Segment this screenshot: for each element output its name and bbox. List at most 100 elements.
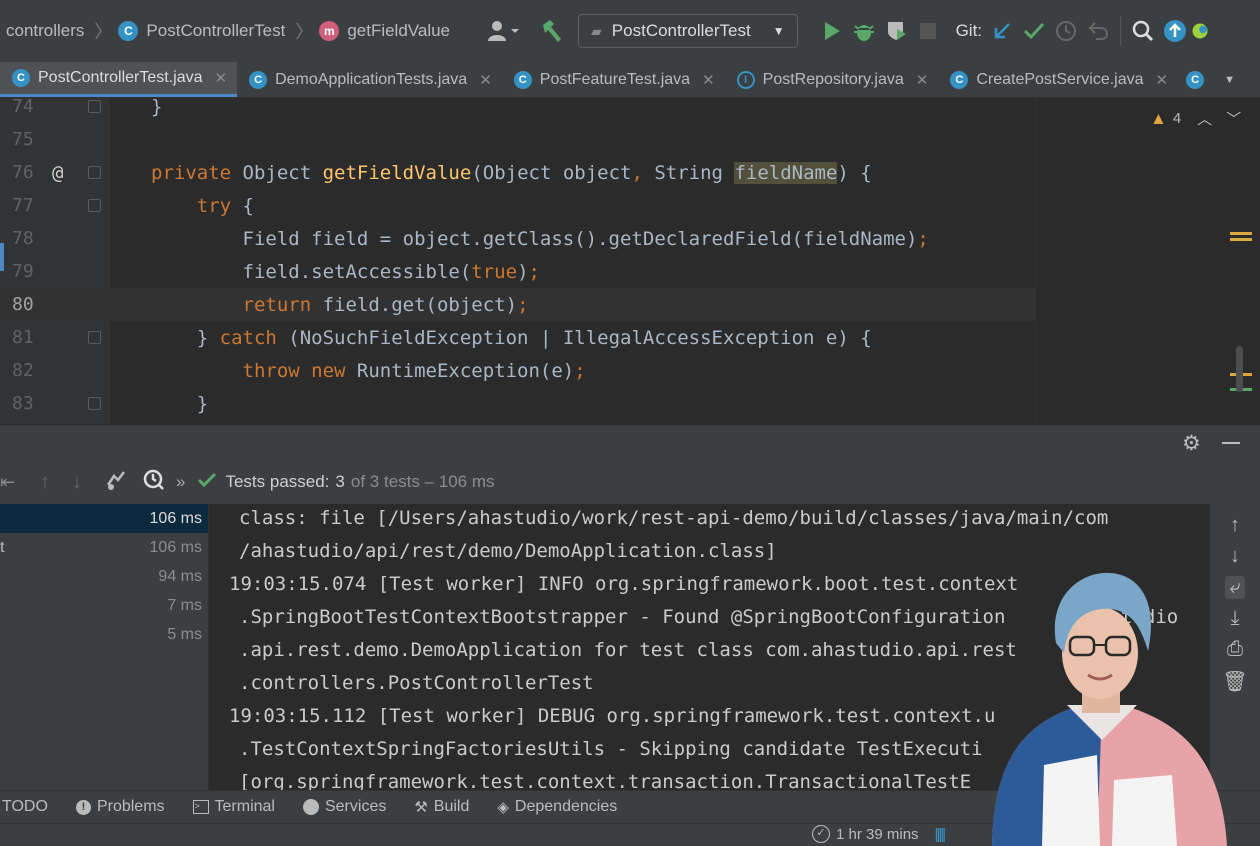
toolwindow-problems[interactable]: ! Problems — [75, 798, 165, 816]
fold-marker[interactable] — [88, 397, 101, 410]
line-number: 76 — [12, 162, 34, 183]
breadcrumb-class[interactable]: C PostControllerTest — [118, 21, 285, 41]
next-failed-arrow-down-icon[interactable]: ↓ — [72, 471, 82, 494]
toolwindow-label: Build — [433, 798, 470, 815]
expand-icon[interactable]: ⇤ — [0, 472, 14, 493]
git-update-icon[interactable] — [986, 15, 1018, 47]
toolwindow-terminal[interactable]: > Terminal — [192, 798, 275, 816]
fold-marker[interactable] — [88, 331, 101, 344]
git-commit-check-icon[interactable] — [1018, 15, 1050, 47]
test-name: t — [0, 538, 5, 556]
code-line: 74 } — [0, 98, 1035, 123]
editor-scrollbar[interactable] — [1236, 346, 1243, 392]
chevron-right-icon: 〉 — [94, 22, 113, 42]
code-text: } catch (NoSuchFieldException | IllegalA… — [151, 326, 872, 349]
breadcrumb-method[interactable]: m getFieldValue — [319, 21, 450, 41]
class-icon: C — [249, 70, 268, 89]
tab-create-post-service[interactable]: C CreatePostService.java ✕ — [938, 62, 1178, 97]
error-stripe-mark[interactable] — [1230, 238, 1252, 241]
code-line: 76 @ private Object getFieldValue(Object… — [0, 156, 1035, 189]
close-icon[interactable]: ✕ — [215, 69, 228, 87]
test-tree: 106 ms t 106 ms 94 ms 7 ms 5 ms — [0, 504, 208, 790]
tree-row[interactable]: t 106 ms — [0, 533, 208, 562]
tab-overflow[interactable]: C ▼ — [1178, 62, 1245, 97]
toolwindow-dependencies[interactable]: ◈ Dependencies — [497, 798, 617, 816]
chevron-down-icon[interactable]: ﹀ — [1226, 108, 1241, 129]
session-time[interactable]: ✓ 1 hr 39 mins ||||| — [812, 825, 946, 843]
debug-bug-icon[interactable] — [848, 15, 880, 47]
chevron-up-icon[interactable]: ︿ — [1197, 108, 1212, 129]
annotation-marker[interactable]: @ — [52, 162, 63, 184]
line-number: 75 — [12, 129, 34, 150]
history-clock-icon[interactable] — [142, 468, 166, 497]
stop-icon[interactable] — [912, 15, 944, 47]
coverage-icon[interactable] — [880, 15, 912, 47]
tab-label: PostFeatureTest.java — [539, 70, 691, 88]
minimize-icon[interactable] — [1222, 442, 1240, 444]
tab-label: CreatePostService.java — [976, 70, 1144, 88]
toolwindow-todo[interactable]: TODO — [2, 798, 48, 816]
tab-demo-application-tests[interactable]: C DemoApplicationTests.java ✕ — [237, 62, 502, 97]
run-icon[interactable] — [816, 15, 848, 47]
update-arrow-up-icon[interactable] — [1159, 15, 1191, 47]
line-number: 78 — [12, 228, 34, 249]
user-icon[interactable] — [482, 15, 526, 47]
breadcrumb-controllers[interactable]: controllers — [6, 21, 84, 41]
close-icon[interactable]: ✕ — [916, 71, 929, 89]
rerun-icon[interactable] — [104, 469, 128, 496]
code-editor[interactable]: 74 } 75 76 @ private Object getFieldValu… — [0, 98, 1260, 424]
code-text: private Object getFieldValue(Object obje… — [151, 161, 872, 184]
plugin-logo-icon[interactable] — [1191, 15, 1209, 47]
tab-post-repository[interactable]: I PostRepository.java ✕ — [725, 62, 939, 97]
toolwindow-services[interactable]: Services — [302, 798, 387, 816]
chevron-down-icon: ▼ — [772, 24, 785, 38]
error-stripe-mark[interactable] — [1230, 232, 1252, 235]
search-icon[interactable] — [1127, 15, 1159, 47]
tree-row[interactable]: 94 ms — [0, 562, 208, 591]
build-hammer-icon[interactable] — [536, 15, 568, 47]
class-icon: C — [513, 70, 532, 89]
close-icon[interactable]: ✕ — [479, 71, 492, 89]
breadcrumb-label: PostControllerTest — [146, 21, 286, 40]
run-config-label: PostControllerTest — [611, 21, 751, 40]
git-history-clock-icon[interactable] — [1050, 15, 1082, 47]
line-number: 80 — [12, 294, 34, 315]
git-rollback-icon[interactable] — [1082, 15, 1114, 47]
test-duration: 5 ms — [167, 625, 202, 643]
scroll-up-arrow-icon[interactable]: ↑ — [1230, 514, 1240, 537]
class-icon: C — [12, 69, 30, 87]
toolwindow-build[interactable]: ⚒ Build — [414, 798, 469, 816]
tree-row[interactable]: 106 ms — [0, 504, 208, 533]
method-icon: m — [319, 21, 340, 41]
console-line: 19:03:15.112 [Test worker] DEBUG org.spr… — [229, 705, 996, 727]
tree-row[interactable]: 5 ms — [0, 620, 208, 649]
code-line: 78 Field field = object.getClass().getDe… — [0, 222, 1035, 255]
test-status-count: 3 — [335, 472, 345, 491]
tab-post-controller-test[interactable]: C PostControllerTest.java ✕ — [0, 62, 238, 97]
console-line: [org.springframework.test.context.transa… — [239, 771, 972, 790]
tab-label: PostControllerTest.java — [38, 69, 203, 86]
line-number: 77 — [12, 195, 34, 216]
inspection-widget[interactable]: ▲ 4 ︿ ﹀ — [1150, 108, 1241, 129]
console-line: .controllers.PostControllerTest — [239, 672, 594, 694]
fold-marker[interactable] — [88, 166, 101, 179]
toolwindow-label: Services — [324, 798, 387, 815]
tree-row[interactable]: 7 ms — [0, 591, 208, 620]
previous-failed-arrow-up-icon[interactable]: ↑ — [40, 471, 50, 494]
more-chevron-icon[interactable]: » — [176, 472, 185, 492]
fold-marker[interactable] — [88, 100, 101, 113]
fold-marker[interactable] — [88, 199, 101, 212]
toolwindow-label: TODO — [2, 798, 48, 815]
close-icon[interactable]: ✕ — [702, 71, 715, 89]
code-text: try { — [196, 194, 254, 217]
breadcrumb-label: getFieldValue — [347, 21, 451, 40]
breadcrumb-label: controllers — [6, 21, 85, 40]
close-icon[interactable]: ✕ — [1156, 71, 1169, 89]
chevron-down-icon: ▼ — [1224, 73, 1235, 86]
dependencies-icon: ◈ — [497, 799, 509, 816]
tab-post-feature-test[interactable]: C PostFeatureTest.java ✕ — [502, 62, 725, 97]
console-line: /ahastudio/api/rest/demo/DemoApplication… — [239, 540, 777, 562]
code-line: 83 } — [0, 387, 1035, 420]
gear-icon[interactable]: ⚙ — [1182, 431, 1201, 456]
run-configuration-select[interactable]: ▰ PostControllerTest ▼ — [578, 14, 798, 48]
